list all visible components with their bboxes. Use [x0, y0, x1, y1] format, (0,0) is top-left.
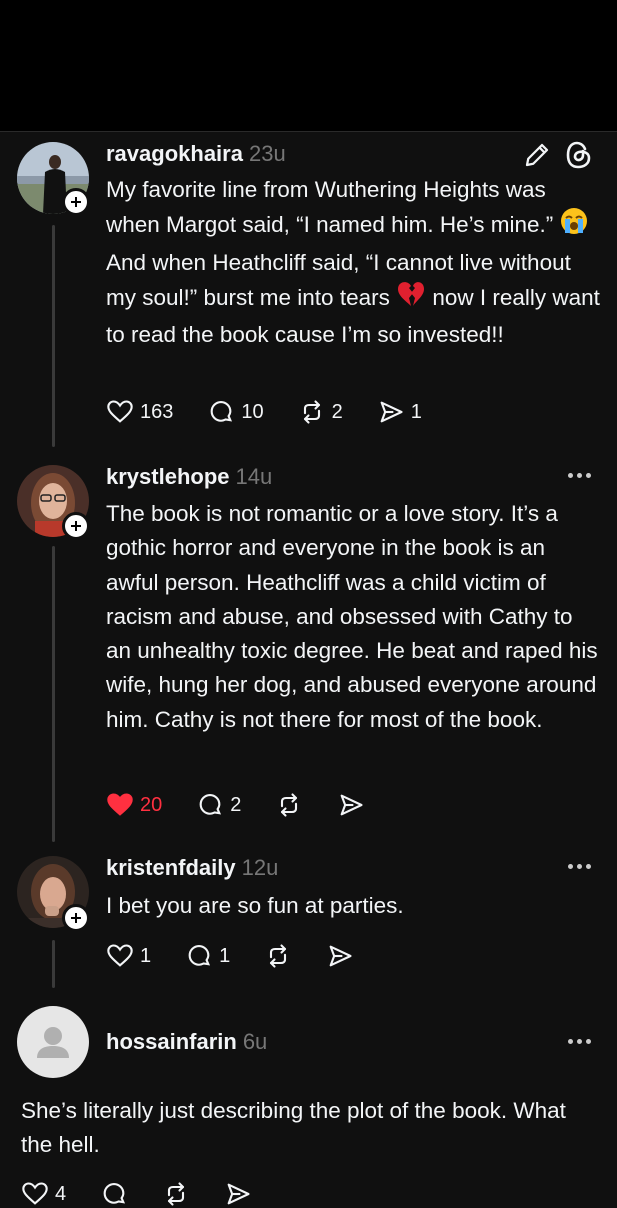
more-options-icon[interactable]	[568, 473, 591, 478]
like-count: 1	[140, 944, 152, 967]
timestamp: 14u	[235, 464, 273, 489]
follow-plus-icon[interactable]	[62, 188, 90, 216]
comment-text: I bet you are so fun at parties.	[106, 893, 404, 918]
repost-count: 2	[331, 400, 343, 423]
avatar[interactable]	[17, 1006, 89, 1078]
share-button[interactable]	[337, 791, 365, 819]
repost-icon	[168, 1182, 185, 1206]
reply-count: 2	[230, 793, 242, 816]
comment-bubble-icon	[188, 945, 211, 966]
timestamp: 23u	[248, 141, 286, 166]
action-bar: 1 1	[106, 942, 388, 970]
share-button[interactable]: 1	[377, 398, 422, 426]
reply-count: 10	[241, 400, 264, 423]
send-icon	[329, 945, 352, 967]
divider	[0, 131, 617, 132]
reply-button[interactable]: 1	[185, 942, 230, 970]
action-bar: 163 10 2 1	[106, 398, 456, 426]
threads-logo-icon[interactable]	[563, 139, 595, 171]
timestamp: 12u	[241, 855, 279, 880]
comment-header: hossainfarin 6u	[106, 1028, 267, 1056]
heart-icon	[107, 400, 133, 423]
send-icon	[340, 794, 363, 816]
thread-line	[52, 940, 55, 988]
send-icon	[380, 401, 403, 423]
comment-text: The book is not romantic or a love story…	[106, 501, 598, 732]
reply-button[interactable]: 10	[207, 398, 264, 426]
broken-heart-emoji	[396, 280, 426, 318]
comment-header: kristenfdaily 12u	[106, 854, 278, 882]
more-options-icon[interactable]	[568, 1039, 591, 1044]
repost-icon	[281, 793, 298, 817]
like-count: 4	[55, 1182, 67, 1205]
more-options-icon[interactable]	[568, 864, 591, 869]
repost-button[interactable]	[162, 1180, 190, 1208]
comment-bubble-icon	[199, 794, 222, 815]
loudly-crying-face-emoji	[560, 207, 588, 245]
repost-button[interactable]	[275, 791, 303, 819]
status-bar-area	[0, 0, 617, 131]
timestamp: 6u	[242, 1029, 268, 1054]
username[interactable]: krystlehope	[106, 464, 230, 489]
share-button[interactable]	[224, 1180, 252, 1208]
reply-button[interactable]: 2	[196, 791, 241, 819]
like-button[interactable]: 4	[21, 1180, 66, 1208]
reply-count: 1	[219, 944, 231, 967]
repost-button[interactable]	[264, 942, 292, 970]
repost-button[interactable]: 2	[298, 398, 343, 426]
repost-icon	[303, 400, 320, 424]
thread-line	[52, 546, 55, 842]
heart-icon	[107, 944, 133, 967]
pencil-icon[interactable]	[522, 140, 552, 170]
follow-plus-icon[interactable]	[62, 512, 90, 540]
like-button[interactable]: 20	[106, 791, 162, 819]
comment-text: My favorite line from Wuthering Heights …	[106, 177, 600, 348]
heart-icon	[22, 1182, 48, 1205]
like-count: 20	[140, 793, 163, 816]
thread-line	[52, 225, 55, 447]
comment-bubble-icon	[210, 401, 233, 422]
share-count: 1	[410, 400, 422, 423]
comment-header: ravagokhaira 23u	[106, 140, 286, 168]
heart-filled-icon	[107, 793, 133, 816]
repost-icon	[270, 944, 287, 968]
comment-header: krystlehope 14u	[106, 463, 272, 491]
action-bar: 20 2	[106, 791, 399, 819]
follow-plus-icon[interactable]	[62, 904, 90, 932]
share-button[interactable]	[326, 942, 354, 970]
like-count: 163	[140, 400, 174, 423]
username[interactable]: ravagokhaira	[106, 141, 243, 166]
comment-bubble-icon	[103, 1183, 126, 1204]
default-user-icon	[37, 1027, 69, 1058]
username[interactable]: kristenfdaily	[106, 855, 236, 880]
comment-text: She’s literally just describing the plot…	[21, 1098, 566, 1158]
send-icon	[227, 1183, 250, 1205]
like-button[interactable]: 1	[106, 942, 151, 970]
reply-button[interactable]	[100, 1180, 128, 1208]
action-bar: 4	[21, 1180, 286, 1208]
like-button[interactable]: 163	[106, 398, 173, 426]
username[interactable]: hossainfarin	[106, 1029, 237, 1054]
